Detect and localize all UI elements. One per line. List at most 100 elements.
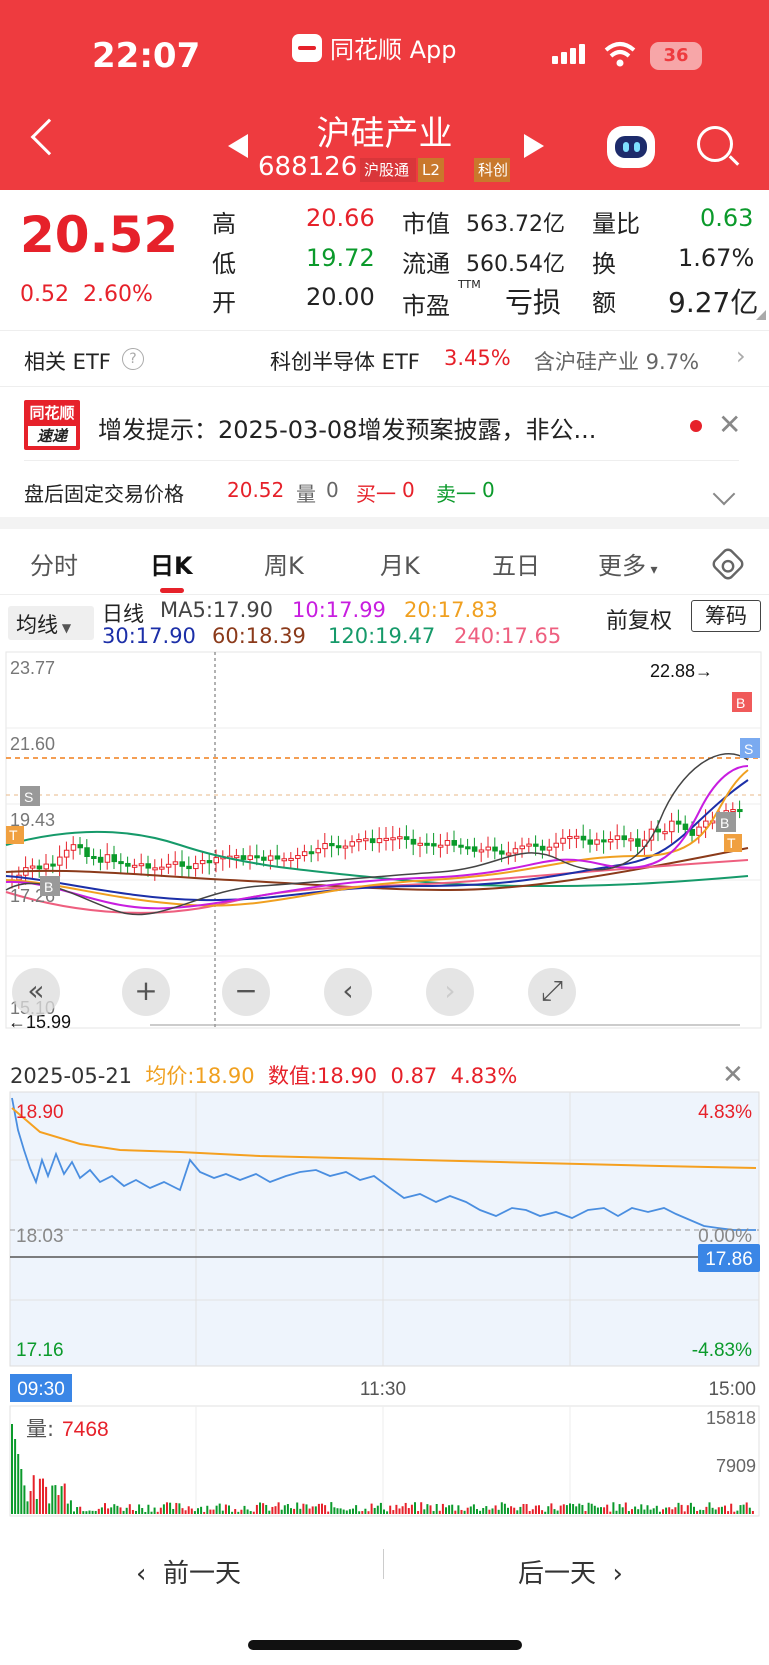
volume-bar: [503, 1503, 506, 1514]
low-value: 19.72: [306, 244, 375, 272]
corner-expand-icon[interactable]: [756, 310, 766, 320]
ai-assistant-icon[interactable]: [607, 126, 655, 168]
volume-bar: [370, 1503, 373, 1514]
ma-selector-button[interactable]: 均线 ▼: [8, 606, 94, 640]
amount-label: 额: [592, 289, 616, 317]
volume-bar: [689, 1502, 692, 1514]
volume-bar: [590, 1503, 593, 1514]
close-icon[interactable]: ✕: [718, 408, 741, 441]
volume-bar: [209, 1509, 212, 1514]
volume-bar: [634, 1506, 637, 1514]
adjust-mode[interactable]: 前复权: [606, 603, 672, 635]
mcap-label: 市值: [402, 210, 450, 238]
volume-bar: [541, 1510, 544, 1514]
candle-body: [274, 855, 281, 860]
volume-bar: [147, 1504, 150, 1514]
volume-bar: [733, 1511, 736, 1514]
fullscreen-icon[interactable]: ⤢: [528, 968, 576, 1016]
zoom-in-icon[interactable]: +: [122, 968, 170, 1016]
news-banner[interactable]: 同花顺 速递 增发提示：2025-03-08增发预案披露，非公... ✕: [0, 392, 769, 462]
volume-bar: [234, 1509, 237, 1514]
volume-bar: [745, 1502, 748, 1514]
chip-distribution-button[interactable]: 筹码: [691, 600, 761, 632]
next-stock-icon[interactable]: [524, 134, 544, 158]
candle-body: [397, 836, 403, 840]
scroll-right-icon[interactable]: ›: [426, 968, 474, 1016]
volume-bar: [262, 1503, 265, 1514]
tab-intraday[interactable]: 分时: [30, 546, 78, 581]
candle-body: [499, 850, 505, 855]
volume-bar: [352, 1508, 354, 1514]
candle-body: [526, 843, 532, 847]
volume-bar: [32, 1475, 35, 1514]
tab-monthly-k[interactable]: 月K: [380, 546, 420, 581]
volume-bar: [491, 1508, 494, 1514]
volume-bar: [472, 1504, 475, 1514]
volume-bar: [361, 1511, 364, 1514]
volume-bar: [330, 1502, 333, 1514]
after-hours-row[interactable]: 盘后固定交易价格 20.52 量 0 买一 0 卖一 0: [0, 474, 769, 514]
volume-bar: [327, 1511, 330, 1514]
intraday-pctmax: 4.83%: [698, 1102, 752, 1123]
candle-body: [655, 828, 661, 833]
volume-bar: [494, 1505, 497, 1514]
open-label: 开: [212, 289, 236, 317]
prev-stock-icon[interactable]: [228, 134, 248, 158]
volume-bar: [54, 1485, 57, 1514]
close-intraday-icon[interactable]: ✕: [722, 1060, 744, 1090]
volume-bar: [575, 1506, 578, 1514]
candle-body: [424, 842, 430, 846]
candle-body: [403, 836, 410, 840]
prev-day-button[interactable]: ‹ 前一天: [136, 1553, 241, 1590]
turnover-label: 换: [592, 250, 616, 278]
volume-bar: [193, 1511, 196, 1514]
next-day-button[interactable]: 后一天 ›: [518, 1553, 623, 1590]
tab-weekly-k[interactable]: 周K: [264, 546, 304, 581]
volume-bar: [420, 1502, 423, 1514]
volume-bar: [314, 1506, 317, 1514]
volume-bar: [169, 1502, 172, 1514]
candle-body: [601, 839, 607, 843]
candle-body: [145, 863, 151, 869]
zoom-out-icon[interactable]: −: [222, 968, 270, 1016]
candle-body: [301, 851, 308, 857]
volume-bar: [683, 1511, 686, 1514]
chevron-down-icon[interactable]: [712, 482, 736, 506]
volume-bar: [66, 1503, 69, 1514]
volume-bar: [404, 1502, 407, 1514]
tab-more[interactable]: 更多 ▾: [598, 546, 657, 581]
vr-value: 0.63: [700, 204, 754, 232]
app-logo-icon: [292, 33, 322, 62]
intraday-chart[interactable]: 18.90 18.03 17.16 4.83% 0.00% -4.83% 17.…: [0, 1090, 769, 1530]
time-start: 09:30: [17, 1379, 65, 1400]
volume-bar: [79, 1506, 82, 1514]
tab-daily-k[interactable]: 日K: [150, 546, 193, 581]
candle-body: [193, 863, 199, 870]
candle-body: [97, 856, 104, 863]
candle-body: [131, 864, 138, 868]
volume-bar: [637, 1509, 640, 1514]
volume-bar: [116, 1505, 119, 1514]
tab-five-day[interactable]: 五日: [492, 546, 540, 581]
buy1-label: 买一: [356, 482, 396, 506]
svg-text:B: B: [736, 695, 745, 711]
search-icon[interactable]: [697, 126, 733, 162]
volume-bar: [559, 1505, 562, 1514]
volume-bar: [454, 1510, 457, 1514]
related-etf-row[interactable]: 相关 ETF ? 科创半导体 ETF 3.45% 含沪硅产业 9.7% ›: [0, 342, 769, 384]
ma10-value: 10:17.99: [292, 598, 386, 622]
volume-bar: [547, 1506, 550, 1514]
scroll-left-icon[interactable]: ‹: [324, 968, 372, 1016]
rewind-icon[interactable]: «: [12, 968, 60, 1016]
intraday-ymid: 18.03: [16, 1226, 64, 1247]
tag-hk-connect: 沪股通: [360, 158, 416, 182]
svg-text:B: B: [44, 879, 53, 895]
candle-body: [369, 838, 376, 844]
volume-bar: [218, 1503, 221, 1514]
kline-chart[interactable]: 23.77 21.60 19.43 17.26 15.10 22.88→ ←15…: [0, 650, 769, 1050]
y-label-0: 23.77: [10, 658, 55, 678]
volume-bar: [578, 1503, 581, 1514]
settings-icon[interactable]: [709, 545, 747, 583]
help-icon[interactable]: ?: [122, 348, 144, 370]
candle-body: [118, 861, 124, 865]
